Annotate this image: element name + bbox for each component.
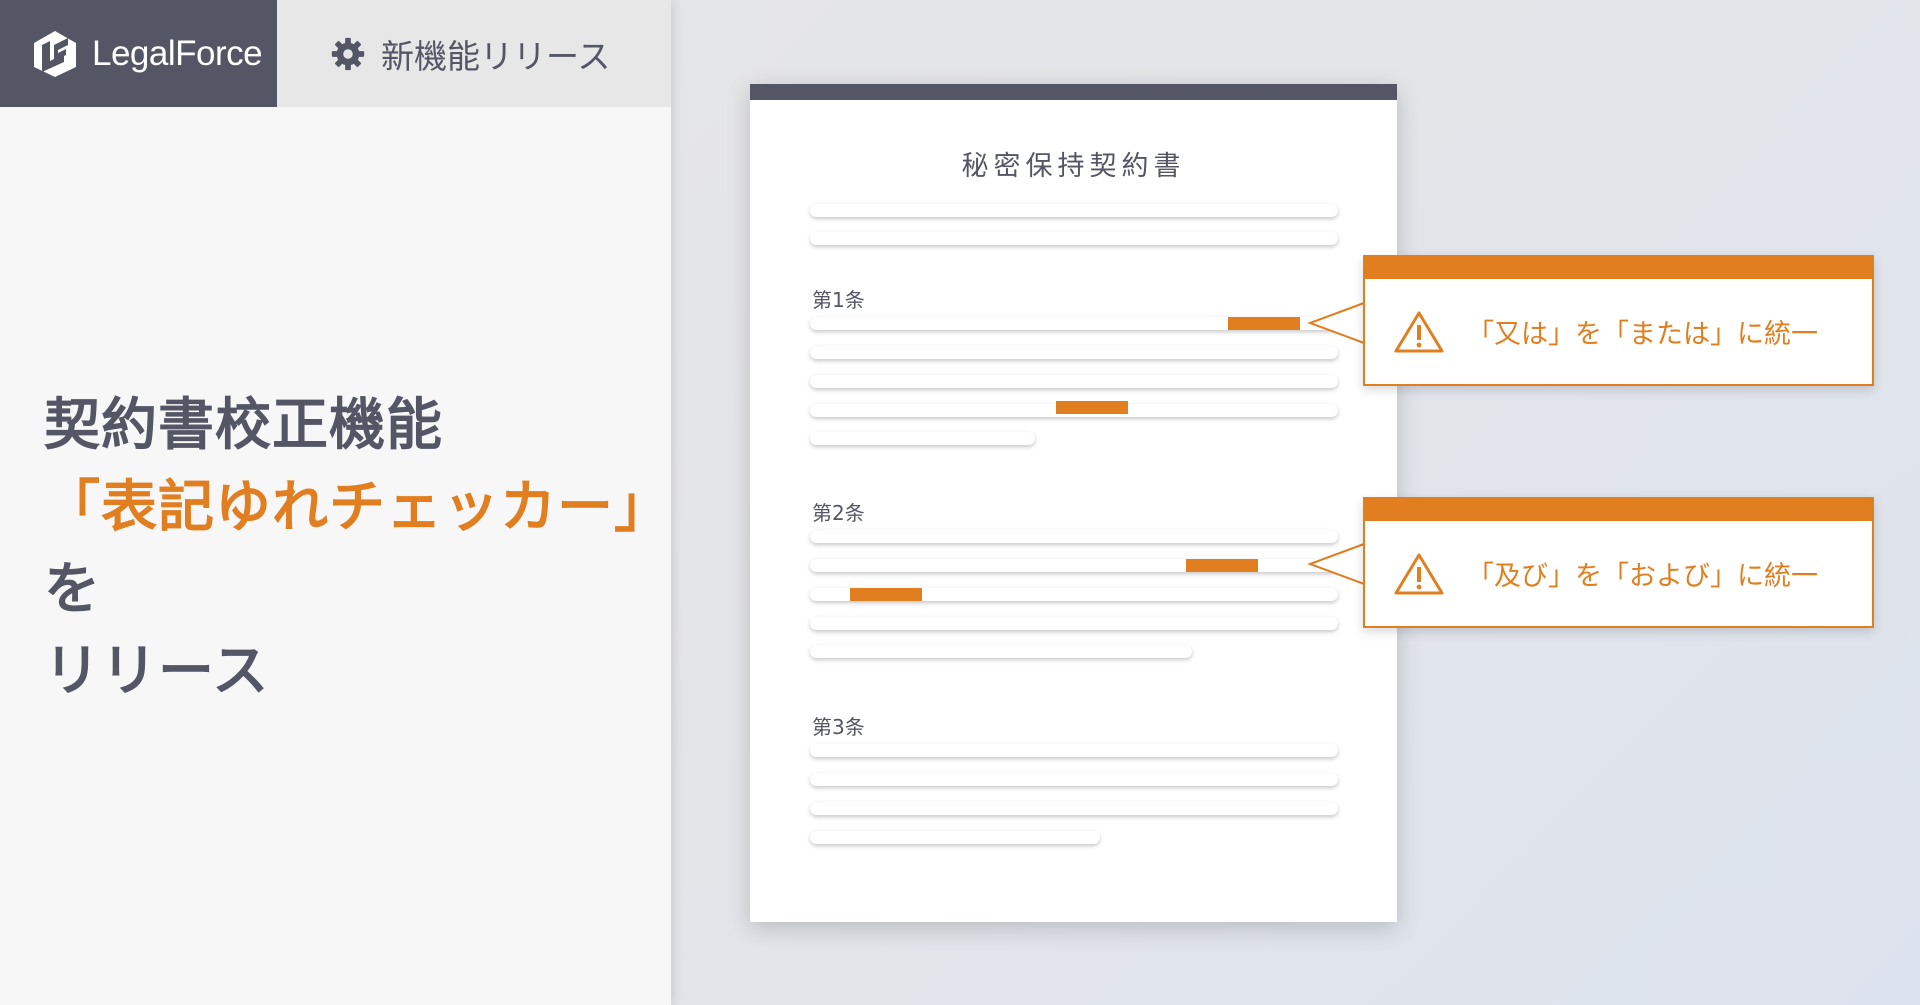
left-panel: LegalForce 新機能リリース 契約書校正機能 「表記ゆれチェッカー」を … xyxy=(0,0,671,1005)
text-line xyxy=(810,773,1338,786)
inconsistency-highlight xyxy=(1186,559,1258,572)
text-line xyxy=(810,375,1338,388)
inconsistency-highlight xyxy=(1228,317,1300,330)
legalforce-logo-icon xyxy=(34,30,76,77)
callout-normalize-matawa: 「又は」を「または」に統一 xyxy=(1363,255,1874,386)
article-heading: 第1条 xyxy=(812,288,865,312)
tag-label: 新機能リリース xyxy=(381,36,611,76)
article-heading: 第3条 xyxy=(812,715,865,739)
headline-line2: 「表記ゆれチェッカー」を xyxy=(44,467,671,631)
callout-pointer xyxy=(1307,301,1365,345)
callout-pointer xyxy=(1307,542,1365,586)
headline: 契約書校正機能 「表記ゆれチェッカー」を リリース xyxy=(44,385,671,713)
callout-text: 「又は」を「または」に統一 xyxy=(1467,319,1818,350)
headline-accent: 「表記ゆれチェッカー」 xyxy=(44,475,671,540)
warning-icon xyxy=(1394,553,1444,594)
callout-normalize-oyobi: 「及び」を「および」に統一 xyxy=(1363,497,1874,628)
text-line xyxy=(810,530,1338,543)
document-header-bar xyxy=(750,84,1397,100)
brand-name: LegalForce xyxy=(92,33,263,73)
brand-logo: LegalForce xyxy=(0,0,277,107)
text-line xyxy=(810,831,1100,844)
document-preview: 秘密保持契約書 第1条 第2条 第3条 xyxy=(750,84,1397,922)
inconsistency-highlight xyxy=(850,588,922,601)
text-line xyxy=(810,645,1192,658)
gear-icon xyxy=(331,37,365,70)
text-line xyxy=(810,232,1338,245)
headline-line2-rest: を xyxy=(44,557,101,622)
headline-line3: リリース xyxy=(44,639,270,704)
text-line xyxy=(810,559,1338,572)
text-line xyxy=(810,802,1338,815)
warning-icon xyxy=(1394,311,1444,352)
inconsistency-highlight xyxy=(1056,401,1128,414)
document-title: 秘密保持契約書 xyxy=(961,151,1186,182)
text-line xyxy=(810,432,1035,445)
release-tag: 新機能リリース xyxy=(277,0,671,107)
text-line xyxy=(810,744,1338,757)
text-line xyxy=(810,617,1338,630)
headline-line1: 契約書校正機能 xyxy=(44,393,443,458)
callout-text: 「及び」を「および」に統一 xyxy=(1467,561,1818,592)
text-line xyxy=(810,204,1338,217)
article-heading: 第2条 xyxy=(812,501,865,525)
text-line xyxy=(810,346,1338,359)
